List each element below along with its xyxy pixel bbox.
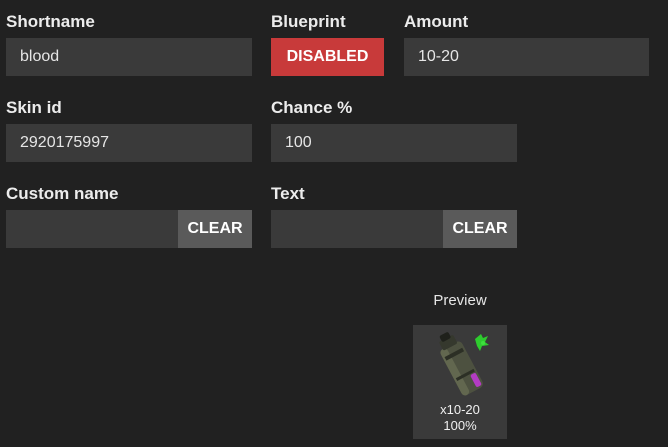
shortname-label: Shortname <box>6 12 95 31</box>
shortname-input[interactable]: blood <box>6 38 252 76</box>
text-label: Text <box>271 184 305 203</box>
preview-amount: x10-20 <box>440 402 480 417</box>
chance-label: Chance % <box>271 98 353 117</box>
skin-id-input[interactable]: 2920175997 <box>6 124 252 162</box>
skin-id-label: Skin id <box>6 98 62 117</box>
text-clear-button[interactable]: CLEAR <box>443 210 517 248</box>
custom-name-label: Custom name <box>6 184 119 203</box>
blood-canister-icon <box>439 332 489 396</box>
text-input[interactable] <box>271 210 443 248</box>
chance-input[interactable]: 100 <box>271 124 517 162</box>
amount-label: Amount <box>404 12 469 31</box>
amount-input[interactable]: 10-20 <box>404 38 649 76</box>
custom-name-clear-button[interactable]: CLEAR <box>178 210 252 248</box>
preview-label: Preview <box>433 292 487 309</box>
blueprint-toggle-button[interactable]: DISABLED <box>271 38 384 76</box>
loot-item-editor: Shortname blood Blueprint DISABLED Amoun… <box>0 0 668 447</box>
blueprint-label: Blueprint <box>271 12 346 31</box>
custom-name-input[interactable] <box>6 210 178 248</box>
preview-tile: x10-20 100% <box>413 325 507 439</box>
preview-chance: 100% <box>443 418 477 433</box>
